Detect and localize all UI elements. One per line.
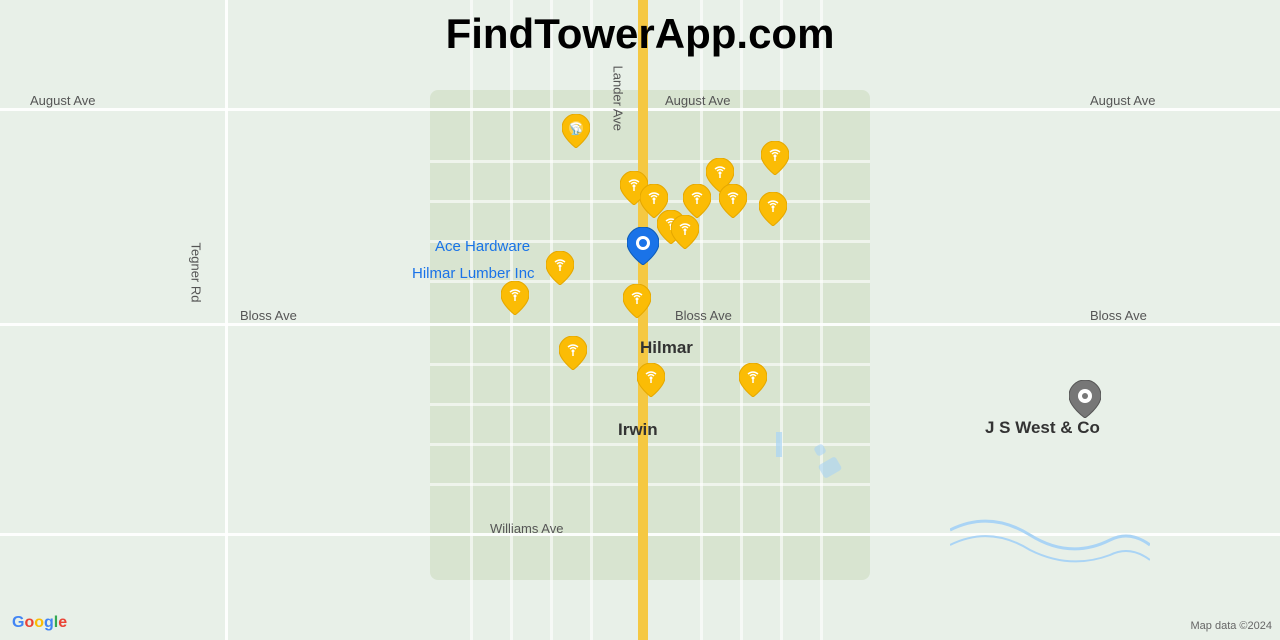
map-data-label: Map data ©2024 xyxy=(1191,620,1273,632)
street-label-bloss-ave-right: Bloss Ave xyxy=(1090,308,1147,323)
minor-road-h6 xyxy=(430,403,870,406)
street-label-lander-ave: Lander Ave xyxy=(611,66,626,132)
minor-road-h8 xyxy=(430,483,870,486)
tower-pin-10[interactable] xyxy=(671,215,699,249)
minor-road-v2 xyxy=(510,0,513,640)
tower-pin-11[interactable] xyxy=(546,251,574,285)
tower-pin-15[interactable] xyxy=(637,363,665,397)
tower-pin-6[interactable] xyxy=(683,184,711,218)
place-label-hilmar: Hilmar xyxy=(640,338,693,358)
street-label-bloss-ave-left: Bloss Ave xyxy=(240,308,297,323)
gray-location-pin[interactable] xyxy=(1069,380,1101,418)
place-label-hilmar-lumber: Hilmar Lumber Inc xyxy=(412,265,535,282)
minor-road-h7 xyxy=(430,443,870,446)
street-label-williams-ave: Williams Ave xyxy=(490,521,563,536)
map-container: FindTowerApp.com August Ave August Ave A… xyxy=(0,0,1280,640)
street-label-august-ave-mid: August Ave xyxy=(665,93,731,108)
page-title: FindTowerApp.com xyxy=(446,10,835,58)
tower-pin-16[interactable] xyxy=(739,363,767,397)
minor-road-v3 xyxy=(550,0,553,640)
tegner-rd-road xyxy=(225,0,228,640)
google-logo: Google xyxy=(12,614,67,632)
place-label-ace-hardware: Ace Hardware xyxy=(435,238,530,255)
tower-pin-8[interactable] xyxy=(759,192,787,226)
town-area xyxy=(430,90,870,580)
street-label-tegner-rd: Tegner Rd xyxy=(189,243,204,303)
river-area xyxy=(950,490,1150,570)
place-label-jswest: J S West & Co xyxy=(985,418,1100,438)
minor-road-v1 xyxy=(470,0,473,640)
street-label-august-ave-right: August Ave xyxy=(1090,93,1156,108)
minor-road-v6 xyxy=(740,0,743,640)
minor-road-h1 xyxy=(430,160,870,163)
minor-road-v8 xyxy=(820,0,823,640)
tower-pin-1[interactable]: 📡 xyxy=(562,114,590,148)
tower-pin-3[interactable] xyxy=(761,141,789,175)
minor-road-v7 xyxy=(780,0,783,640)
place-label-irwin: Irwin xyxy=(618,420,658,440)
water-line-left xyxy=(776,432,782,457)
minor-road-v4 xyxy=(590,0,593,640)
tower-pin-14[interactable] xyxy=(559,336,587,370)
tower-pin-7[interactable] xyxy=(719,184,747,218)
street-label-august-ave-left: August Ave xyxy=(30,93,96,108)
tower-pin-12[interactable] xyxy=(501,281,529,315)
blue-location-pin[interactable] xyxy=(627,227,659,265)
street-label-bloss-ave-mid: Bloss Ave xyxy=(675,308,732,323)
lander-ave-road xyxy=(638,0,648,640)
tower-pin-13[interactable] xyxy=(623,284,651,318)
